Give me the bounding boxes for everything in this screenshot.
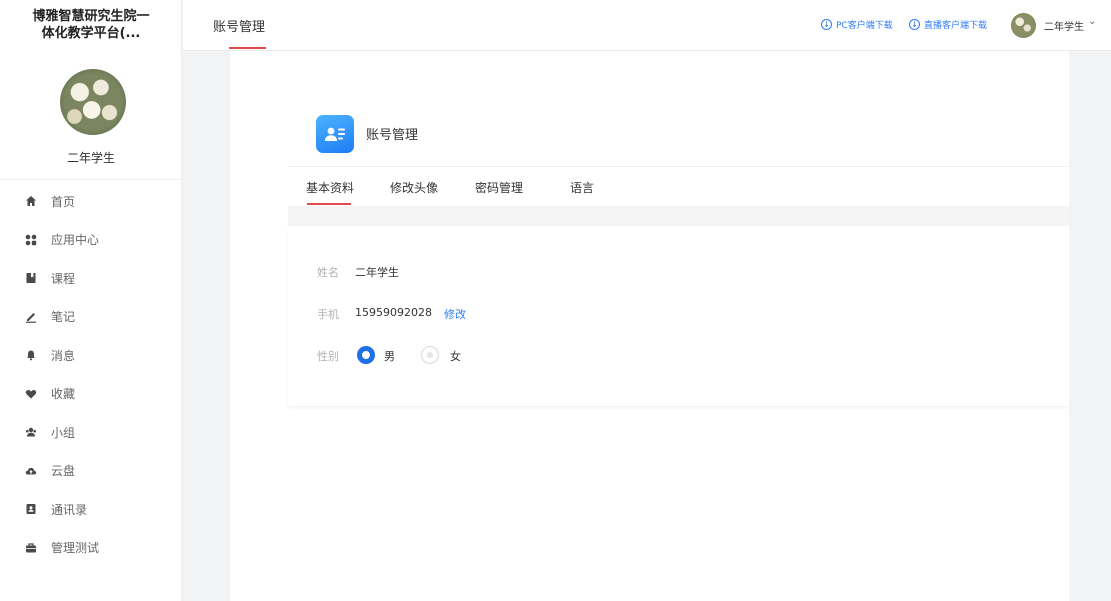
tab-basic-info[interactable]: 基本资料 xyxy=(306,179,354,196)
user-avatar[interactable] xyxy=(1011,13,1036,38)
cloud-icon xyxy=(25,465,37,477)
platform-title-line1: 博雅智慧研究生院一 xyxy=(32,9,150,24)
active-tab-indicator xyxy=(229,47,266,49)
header-username[interactable]: 二年学生 xyxy=(1044,18,1084,33)
sidebar-item-label: 应用中心 xyxy=(51,233,100,248)
live-client-download-label: 直播客户端下载 xyxy=(924,21,988,31)
apps-icon xyxy=(25,234,37,246)
chevron-down-icon[interactable]: ⌄ xyxy=(1088,16,1096,27)
account-panel: 账号管理 基本资料 修改头像 密码管理 语言 姓名 二年学生 手机 159590… xyxy=(230,51,1069,601)
phone-value: 15959092028 xyxy=(355,306,432,319)
download-icon: ↓ xyxy=(909,19,920,30)
sidebar-item-label: 通讯录 xyxy=(51,502,88,517)
platform-title-line2: 体化教学平台(... xyxy=(41,26,141,41)
sidebar-item-label: 小组 xyxy=(51,425,76,440)
gender-male-radio[interactable] xyxy=(357,346,375,364)
live-client-download-link[interactable]: ↓ 直播客户端下载 xyxy=(909,18,987,31)
profile-avatar[interactable] xyxy=(60,69,126,135)
gender-label: 性别 xyxy=(317,350,339,363)
sidebar-item-apps[interactable]: 应用中心 xyxy=(0,221,182,260)
panel-divider xyxy=(288,166,1069,167)
sidebar-nav: 首页 应用中心 课程 笔记 消息 收藏 小组 云盘 通讯录 管理测试 xyxy=(0,182,182,567)
tab-language[interactable]: 语言 xyxy=(570,179,594,196)
download-icon: ↓ xyxy=(821,19,832,30)
sidebar-item-notes[interactable]: 笔记 xyxy=(0,298,182,337)
basic-info-card: 姓名 二年学生 手机 15959092028 修改 性别 男 女 xyxy=(288,226,1069,406)
sidebar-item-groups[interactable]: 小组 xyxy=(0,413,182,452)
right-gutter xyxy=(1069,51,1111,601)
gender-male-label[interactable]: 男 xyxy=(384,348,395,364)
sidebar-item-label: 首页 xyxy=(51,194,76,209)
sidebar-item-label: 课程 xyxy=(51,271,76,286)
group-icon xyxy=(25,426,37,438)
bell-icon xyxy=(25,349,37,361)
briefcase-icon xyxy=(25,542,37,554)
platform-title: 博雅智慧研究生院一 体化教学平台(... xyxy=(0,8,182,42)
sidebar-item-home[interactable]: 首页 xyxy=(0,182,182,221)
home-icon xyxy=(25,195,37,207)
pc-client-download-link[interactable]: ↓ PC客户端下载 xyxy=(821,18,893,31)
sidebar-item-messages[interactable]: 消息 xyxy=(0,336,182,375)
contacts-icon xyxy=(25,503,37,515)
pc-client-download-label: PC客户端下载 xyxy=(836,21,893,31)
sidebar: 博雅智慧研究生院一 体化教学平台(... 二年学生 首页 应用中心 课程 笔记 … xyxy=(0,0,182,601)
sidebar-item-contacts[interactable]: 通讯录 xyxy=(0,490,182,529)
sidebar-item-admin-test[interactable]: 管理测试 xyxy=(0,529,182,568)
sidebar-divider xyxy=(0,179,182,180)
book-icon xyxy=(25,272,37,284)
panel-title: 账号管理 xyxy=(366,128,419,143)
sidebar-item-label: 收藏 xyxy=(51,387,76,402)
top-header: 账号管理 ↓ PC客户端下载 ↓ 直播客户端下载 二年学生 ⌄ xyxy=(183,0,1111,51)
account-card-icon xyxy=(316,115,354,153)
name-value: 二年学生 xyxy=(355,266,399,279)
sidebar-item-favorites[interactable]: 收藏 xyxy=(0,375,182,414)
sidebar-item-label: 消息 xyxy=(51,348,76,363)
tab-change-avatar[interactable]: 修改头像 xyxy=(390,179,438,196)
section-separator xyxy=(288,206,1069,226)
gender-female-radio[interactable] xyxy=(421,346,439,364)
heart-icon xyxy=(25,388,37,400)
active-tab-indicator xyxy=(307,203,351,205)
gender-female-label[interactable]: 女 xyxy=(450,348,461,364)
sidebar-item-cloud[interactable]: 云盘 xyxy=(0,452,182,491)
sidebar-item-label: 云盘 xyxy=(51,464,76,479)
sidebar-username: 二年学生 xyxy=(66,151,115,165)
phone-label: 手机 xyxy=(317,308,339,321)
note-icon xyxy=(25,311,37,323)
tab-account-management[interactable]: 账号管理 xyxy=(213,16,265,35)
name-label: 姓名 xyxy=(317,266,339,279)
sidebar-item-courses[interactable]: 课程 xyxy=(0,259,182,298)
sidebar-item-label: 管理测试 xyxy=(51,541,100,556)
sidebar-item-label: 笔记 xyxy=(51,310,76,325)
edit-phone-link[interactable]: 修改 xyxy=(444,306,466,322)
tab-password[interactable]: 密码管理 xyxy=(475,179,523,196)
